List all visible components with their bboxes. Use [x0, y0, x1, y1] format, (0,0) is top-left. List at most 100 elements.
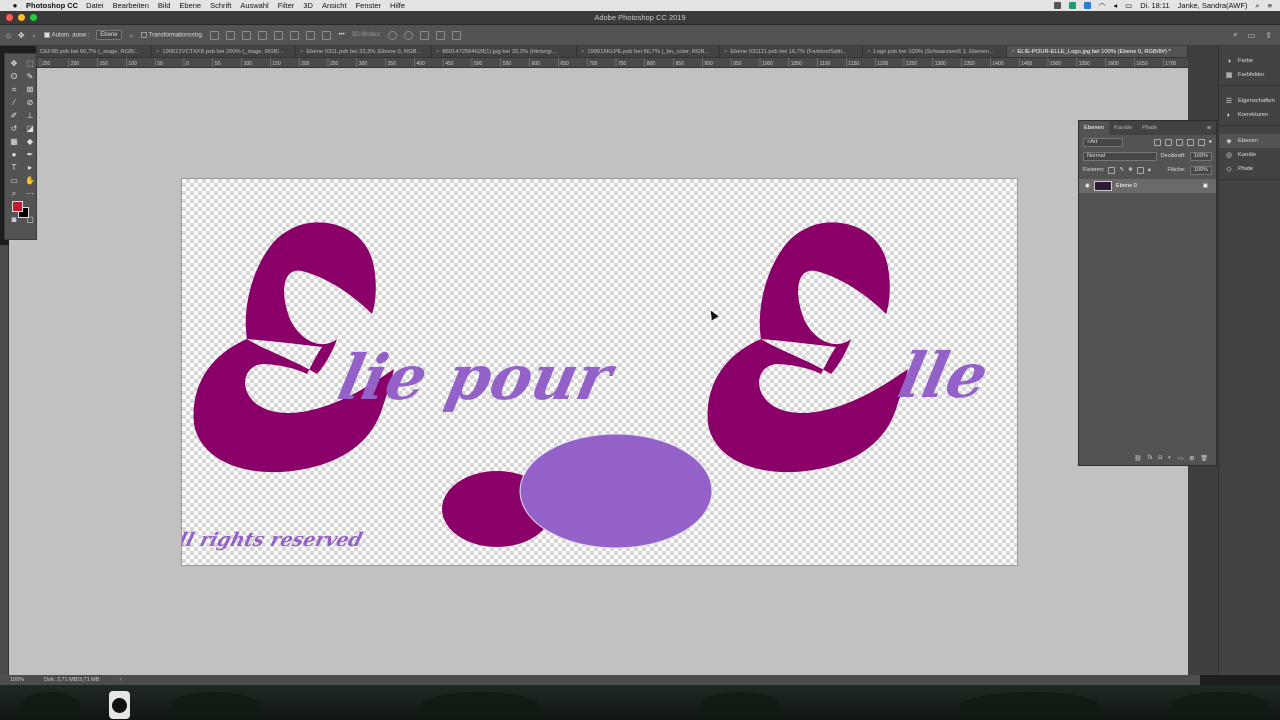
minimize-window-button[interactable]: [18, 14, 25, 21]
filter-adjust-icon[interactable]: [1164, 138, 1172, 146]
close-tab-icon[interactable]: ×: [156, 49, 159, 55]
panel-eigenschaften[interactable]: ☰ Eigenschaften: [1219, 94, 1280, 108]
3d-orbit-icon[interactable]: [388, 30, 398, 40]
cloud-icon[interactable]: [1083, 2, 1091, 9]
distribute-more-icon[interactable]: [322, 30, 332, 40]
tab-pfade[interactable]: Pfade: [1137, 121, 1162, 135]
new-layer-icon[interactable]: ⊞: [1189, 455, 1194, 462]
auto-select-checkbox[interactable]: [43, 31, 50, 38]
menu-ebene[interactable]: Ebene: [179, 1, 201, 10]
path-select-tool-icon[interactable]: ▸: [22, 161, 38, 174]
frame-tool-icon[interactable]: ⊠: [22, 83, 38, 96]
filter-toggle-icon[interactable]: ●: [1209, 139, 1212, 145]
align-middle-icon[interactable]: [274, 30, 284, 40]
tab-kanaele[interactable]: Kanäle: [1109, 121, 1137, 135]
filter-pixel-icon[interactable]: [1153, 138, 1161, 146]
app-menu[interactable]: Photoshop CC: [26, 1, 78, 10]
distribute-icon[interactable]: [306, 30, 316, 40]
workspace-icon[interactable]: ▭: [1248, 31, 1256, 40]
tab-ebenen[interactable]: Ebenen: [1079, 121, 1109, 135]
marquee-tool-icon[interactable]: ⬚: [22, 57, 38, 70]
more-options-icon[interactable]: •••: [338, 32, 344, 38]
close-window-button[interactable]: [6, 14, 13, 21]
zoom-tool-icon[interactable]: ⌕: [6, 187, 22, 200]
move-tool-icon[interactable]: ✥: [6, 57, 22, 70]
menu-hilfe[interactable]: Hilfe: [390, 1, 405, 10]
dock-app-icon[interactable]: [109, 691, 130, 719]
3d-pan-icon[interactable]: [420, 30, 430, 40]
new-group-icon[interactable]: ▭: [1178, 455, 1184, 462]
menu-bearbeiten[interactable]: Bearbeiten: [113, 1, 149, 10]
doc-tab[interactable]: × 190616KLPE.psb bei 66,7% (_bn_color, RG…: [577, 46, 720, 57]
filter-shape-icon[interactable]: [1186, 138, 1194, 146]
status-menu-icon[interactable]: ›: [119, 677, 121, 683]
close-tab-icon[interactable]: ×: [867, 49, 870, 55]
zoom-level[interactable]: 100%: [10, 677, 24, 683]
spotlight-icon[interactable]: ⌕: [1255, 1, 1259, 11]
menu-bild[interactable]: Bild: [158, 1, 171, 10]
home-icon[interactable]: ⌂: [6, 31, 11, 40]
dodge-tool-icon[interactable]: ●: [6, 148, 22, 161]
add-mask-icon[interactable]: ◘: [1158, 455, 1162, 462]
doc-tab[interactable]: × 8691472584628(1).jpg bei 33,3% (Hinterg…: [432, 46, 577, 57]
close-tab-icon[interactable]: ×: [300, 49, 303, 55]
doc-tab-active[interactable]: × ELIE-POUR-ELLE_Logo.jpg bei 100% (Ebene…: [1007, 46, 1188, 57]
notification-icon[interactable]: ≡: [1268, 1, 1272, 10]
close-tab-icon[interactable]: ×: [1011, 49, 1014, 55]
panel-korrekturen[interactable]: ◐ Korrekturen: [1219, 108, 1280, 122]
lock-all-icon[interactable]: 🔒︎: [1148, 167, 1151, 174]
menu-3d[interactable]: 3D: [303, 1, 313, 10]
layer-row[interactable]: ◉ Ebene 0 ▣: [1079, 179, 1216, 193]
share-icon[interactable]: ⇪: [1265, 31, 1272, 40]
doc-tab[interactable]: × 190612VCTKF8.psb bei 200% (_stage, RGB/…: [152, 46, 296, 57]
panel-farbe[interactable]: ◑ Farbe: [1219, 54, 1280, 68]
quick-select-tool-icon[interactable]: ✎: [22, 70, 38, 83]
lock-paint-icon[interactable]: ✎: [1119, 167, 1124, 173]
layer-name[interactable]: Ebene 0: [1116, 183, 1137, 189]
document-canvas[interactable]: lie pour lle all rights reserved: [181, 178, 1018, 566]
document-size[interactable]: Dok: 3,71 MB/3,71 MB: [44, 677, 99, 683]
panel-pfade[interactable]: ◇ Pfade: [1219, 162, 1280, 176]
panel-farbfelder[interactable]: ▦ Farbfelder: [1219, 68, 1280, 82]
opacity-input[interactable]: 100%: [1189, 151, 1212, 161]
visibility-eye-icon[interactable]: ◉: [1085, 183, 1090, 189]
rectangle-tool-icon[interactable]: ▭: [6, 174, 22, 187]
align-center-icon[interactable]: [226, 30, 236, 40]
wifi-icon[interactable]: ◠: [1099, 1, 1106, 10]
new-adjustment-icon[interactable]: ◐: [1168, 455, 1172, 462]
doc-tab[interactable]: × Ebene 031111.psb bei 16,7% (Farbton/Sät…: [720, 46, 863, 57]
healing-brush-icon[interactable]: ⊘: [22, 96, 38, 109]
eyedropper-tool-icon[interactable]: ⁄: [6, 96, 22, 109]
close-tab-icon[interactable]: ×: [724, 49, 727, 55]
link-layers-icon[interactable]: ⛓︎: [1134, 455, 1142, 462]
panel-menu-icon[interactable]: ≡: [1207, 125, 1216, 132]
search-icon[interactable]: ⌕: [1233, 30, 1237, 40]
menu-auswahl[interactable]: Auswahl: [240, 1, 268, 10]
auto-select-toggle[interactable]: Autom. ausw.:: [43, 31, 89, 38]
volume-icon[interactable]: ◂: [1113, 1, 1117, 10]
align-right-icon[interactable]: [242, 30, 252, 40]
gradient-tool-icon[interactable]: ▦: [6, 135, 22, 148]
transform-controls-toggle[interactable]: Transformationsstrg.: [140, 31, 203, 38]
zoom-window-button[interactable]: [30, 14, 37, 21]
filter-smart-icon[interactable]: [1197, 138, 1205, 146]
align-left-icon[interactable]: [210, 30, 220, 40]
crop-tool-icon[interactable]: ⌗: [6, 83, 22, 96]
auto-select-dropdown[interactable]: Ebene: [96, 30, 122, 40]
filter-kind-dropdown[interactable]: ⌕ Art: [1083, 137, 1123, 147]
lock-move-icon[interactable]: ✥: [1128, 167, 1133, 173]
align-top-icon[interactable]: [258, 30, 268, 40]
3d-scale-icon[interactable]: [452, 30, 462, 40]
panel-kanaele[interactable]: ◎ Kanäle: [1219, 148, 1280, 162]
brush-tool-icon[interactable]: ✐: [6, 109, 22, 122]
menu-extra-icon[interactable]: [1053, 2, 1061, 9]
foreground-color-swatch[interactable]: [12, 201, 23, 212]
menu-ansicht[interactable]: Ansicht: [322, 1, 347, 10]
apple-icon[interactable]: ●: [8, 1, 22, 10]
3d-slide-icon[interactable]: [436, 30, 446, 40]
doc-tab[interactable]: × Logo.psb bei 100% (Schwarzweiß 1, Ebene…: [863, 46, 1007, 57]
lock-transparent-icon[interactable]: [1108, 166, 1116, 174]
menu-filter[interactable]: Filter: [278, 1, 295, 10]
fx-icon[interactable]: fx: [1148, 455, 1153, 462]
history-brush-icon[interactable]: ↺: [6, 122, 22, 135]
